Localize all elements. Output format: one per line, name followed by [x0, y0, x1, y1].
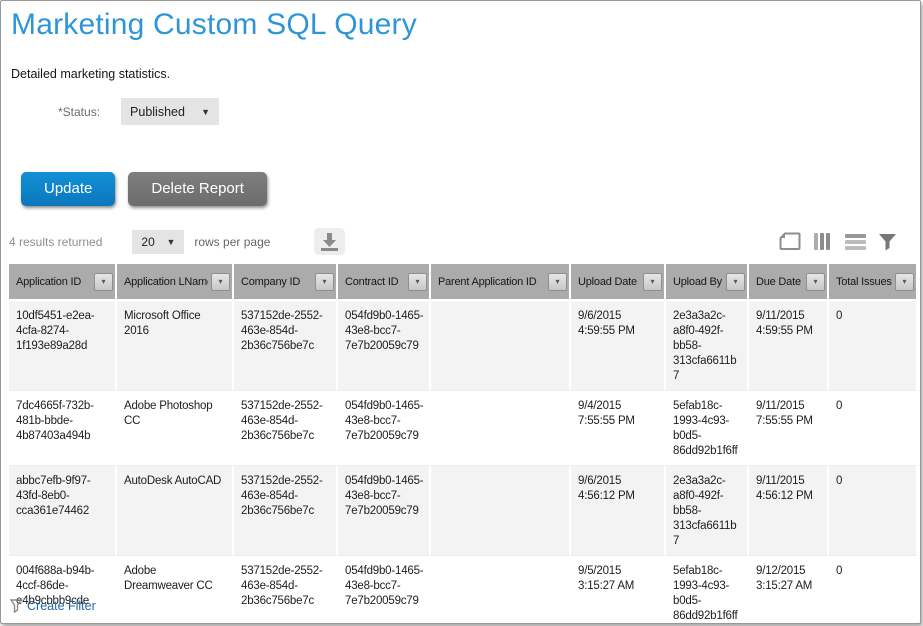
table-row: 7dc4665f-732b-481b-bbde-4b87403a494bAdob…: [9, 391, 918, 466]
table-cell: 5efab18c-1993-4c93-b0d5-86dd92b1f6ff: [666, 391, 749, 466]
table-cell: [431, 466, 571, 556]
column-header-label: Application ID: [16, 276, 81, 288]
table-body: 10df5451-e2ea-4cfa-8274-1f193e89a28dMicr…: [9, 301, 918, 624]
table-cell: 004f688a-b94b-4ccf-86de-e4b9cbbb9cde: [9, 556, 117, 624]
status-form-row: *Status: Published ▼: [58, 98, 920, 125]
table-cell: AutoDesk AutoCAD: [117, 466, 234, 556]
column-menu-button[interactable]: ▾: [806, 273, 825, 291]
table-cell: 054fd9b0-1465-43e8-bcc7-7e7b20059c79: [338, 556, 431, 624]
column-header-label: Application LName: [124, 276, 208, 288]
rows-per-page-label: rows per page: [194, 235, 270, 249]
column-menu-button[interactable]: ▾: [94, 273, 113, 291]
chevron-down-icon: ▼: [201, 107, 210, 117]
page-size-value: 20: [141, 235, 154, 249]
column-header-upload-date[interactable]: Upload Date ▾: [571, 264, 666, 301]
column-header-company-id[interactable]: Company ID ▾: [234, 264, 338, 301]
create-filter-link[interactable]: Create Filter: [10, 599, 96, 613]
export-card-icon[interactable]: [779, 232, 801, 251]
table-cell: 054fd9b0-1465-43e8-bcc7-7e7b20059c79: [338, 466, 431, 556]
status-select-value: Published: [130, 105, 185, 119]
table-cell: 9/11/2015 4:56:12 PM: [749, 466, 829, 556]
table-header-row: Application ID▾Application LName▾Company…: [9, 264, 918, 301]
status-select[interactable]: Published ▼: [121, 98, 219, 125]
table-cell: 9/6/2015 4:59:55 PM: [571, 301, 666, 391]
table-cell: 0: [829, 391, 918, 466]
create-filter-label: Create Filter: [27, 599, 96, 613]
table-cell: 0: [829, 466, 918, 556]
chevron-down-icon: ▼: [166, 237, 175, 247]
action-buttons: Update Delete Report: [21, 172, 920, 206]
list-view-icon[interactable]: [845, 233, 866, 250]
table-cell: 5efab18c-1993-4c93-b0d5-86dd92b1f6ff: [666, 556, 749, 624]
table-cell: 0: [829, 301, 918, 391]
column-menu-button[interactable]: ▾: [315, 273, 334, 291]
table-cell: abbc7efb-9f97-43fd-8eb0-cca361e74462: [9, 466, 117, 556]
column-menu-button[interactable]: ▾: [726, 273, 745, 291]
table-cell: 9/12/2015 3:15:27 AM: [749, 556, 829, 624]
column-header-label: Total Issues: [836, 276, 892, 288]
column-header-total-issues[interactable]: Total Issues▾: [829, 264, 918, 301]
column-header-label: Contract ID: [345, 276, 398, 288]
table-cell: 537152de-2552-463e-854d-2b36c756be7c: [234, 301, 338, 391]
column-header-label: Due Date: [756, 276, 801, 288]
results-toolbar: 4 results returned 20 ▼ rows per page: [9, 228, 896, 255]
column-menu-button[interactable]: ▾: [211, 273, 230, 291]
column-header-parent-application-id[interactable]: Parent Application ID ▾: [431, 264, 571, 301]
filter-icon[interactable]: [879, 233, 896, 251]
download-icon[interactable]: [314, 228, 345, 255]
table-row: 10df5451-e2ea-4cfa-8274-1f193e89a28dMicr…: [9, 301, 918, 391]
column-header-label: Upload By: [673, 276, 722, 288]
columns-view-icon[interactable]: [814, 232, 832, 251]
table-cell: 9/4/2015 7:55:55 PM: [571, 391, 666, 466]
table-cell: 537152de-2552-463e-854d-2b36c756be7c: [234, 556, 338, 624]
table-row: abbc7efb-9f97-43fd-8eb0-cca361e74462Auto…: [9, 466, 918, 556]
table-cell: 7dc4665f-732b-481b-bbde-4b87403a494b: [9, 391, 117, 466]
column-header-label: Upload Date: [578, 276, 637, 288]
table-cell: 2e3a3a2c-a8f0-492f-bb58-313cfa6611b7: [666, 301, 749, 391]
column-header-upload-by[interactable]: Upload By ▾: [666, 264, 749, 301]
table-cell: Adobe Dreamweaver CC: [117, 556, 234, 624]
update-button[interactable]: Update: [21, 172, 115, 206]
table-cell: [431, 391, 571, 466]
column-header-label: Parent Application ID: [438, 276, 537, 288]
table-cell: 537152de-2552-463e-854d-2b36c756be7c: [234, 391, 338, 466]
results-table: Application ID▾Application LName▾Company…: [9, 264, 918, 624]
view-toolbar: [779, 232, 896, 251]
table-cell: [431, 556, 571, 624]
column-header-label: Company ID: [241, 276, 300, 288]
status-label: *Status:: [58, 105, 100, 119]
table-cell: 0: [829, 556, 918, 624]
column-header-contract-id[interactable]: Contract ID ▾: [338, 264, 431, 301]
table-cell: 9/11/2015 4:59:55 PM: [749, 301, 829, 391]
results-count: 4 results returned: [9, 235, 102, 249]
table-cell: 9/11/2015 7:55:55 PM: [749, 391, 829, 466]
column-menu-button[interactable]: ▾: [643, 273, 662, 291]
column-header-application-lname[interactable]: Application LName▾: [117, 264, 234, 301]
table-cell: 10df5451-e2ea-4cfa-8274-1f193e89a28d: [9, 301, 117, 391]
report-page: Marketing Custom SQL Query Detailed mark…: [0, 0, 921, 624]
table-cell: [431, 301, 571, 391]
column-menu-button[interactable]: ▾: [895, 273, 914, 291]
page-title: Marketing Custom SQL Query: [11, 6, 920, 44]
table-row: 004f688a-b94b-4ccf-86de-e4b9cbbb9cdeAdob…: [9, 556, 918, 624]
delete-report-button[interactable]: Delete Report: [128, 172, 267, 206]
table-cell: Adobe Photoshop CC: [117, 391, 234, 466]
table-cell: 9/5/2015 3:15:27 AM: [571, 556, 666, 624]
table-cell: 537152de-2552-463e-854d-2b36c756be7c: [234, 466, 338, 556]
column-menu-button[interactable]: ▾: [548, 273, 567, 291]
column-menu-button[interactable]: ▾: [408, 273, 427, 291]
table-cell: 9/6/2015 4:56:12 PM: [571, 466, 666, 556]
table-cell: Microsoft Office 2016: [117, 301, 234, 391]
table-cell: 054fd9b0-1465-43e8-bcc7-7e7b20059c79: [338, 391, 431, 466]
column-header-due-date[interactable]: Due Date ▾: [749, 264, 829, 301]
table-cell: 054fd9b0-1465-43e8-bcc7-7e7b20059c79: [338, 301, 431, 391]
table-cell: 2e3a3a2c-a8f0-492f-bb58-313cfa6611b7: [666, 466, 749, 556]
page-size-select[interactable]: 20 ▼: [132, 230, 184, 254]
column-header-application-id[interactable]: Application ID ▾: [9, 264, 117, 301]
page-subtitle: Detailed marketing statistics.: [11, 67, 920, 81]
create-filter-funnel-icon: [10, 599, 22, 613]
